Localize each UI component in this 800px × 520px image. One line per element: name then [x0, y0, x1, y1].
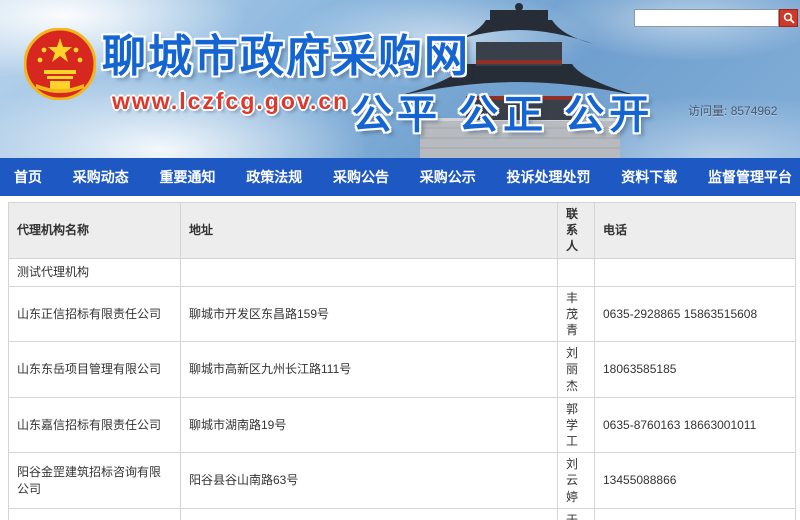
- address-cell: 临清市红星路中段: [181, 508, 558, 520]
- phone-cell: 0635-8760163 18663001011: [595, 397, 796, 453]
- column-header-agency-name: 代理机构名称: [9, 203, 181, 259]
- nav-item-important-notices[interactable]: 重要通知: [156, 167, 220, 187]
- nav-item-policies[interactable]: 政策法规: [242, 167, 306, 187]
- agency-table: 代理机构名称 地址 联系人 电话 测试代理机构 山东正信招标有限责任公司 聊城市…: [8, 202, 796, 520]
- nav-item-disclosures[interactable]: 采购公示: [416, 167, 480, 187]
- address-cell: 聊城市开发区东昌路159号: [181, 286, 558, 342]
- nav-item-supervision-platform[interactable]: 监督管理平台: [704, 167, 796, 187]
- agency-name-cell: 山东正信招标有限责任公司: [9, 286, 181, 342]
- search-button[interactable]: [779, 9, 798, 27]
- table-row: 山东正信招标有限责任公司 聊城市开发区东昌路159号 丰茂青 0635-2928…: [9, 286, 796, 342]
- agency-name-cell: 山东东岳项目管理有限公司: [9, 342, 181, 398]
- agency-name-cell: 阳谷金罡建筑招标咨询有限公司: [9, 453, 181, 509]
- site-banner: 聊城市政府采购网 www.lczfcg.gov.cn 公平 公正 公开 访问量:…: [0, 0, 800, 158]
- search-bar: [634, 9, 798, 27]
- nav-item-downloads[interactable]: 资料下载: [617, 167, 681, 187]
- column-header-phone: 电话: [595, 203, 796, 259]
- phone-cell: 0635-2928865 15863515608: [595, 286, 796, 342]
- table-row: 山东通力招标有限公司 临清市红星路中段 于红艳 0635-2323061 186…: [9, 508, 796, 520]
- phone-cell: 0635-2323061 18663532655: [595, 508, 796, 520]
- nav-item-home[interactable]: 首页: [10, 167, 46, 187]
- address-cell: 聊城市高新区九州长江路111号: [181, 342, 558, 398]
- site-slogan: 公平 公正 公开: [352, 82, 654, 140]
- table-header-row: 代理机构名称 地址 联系人 电话: [9, 203, 796, 259]
- contact-cell: 于红艳: [558, 508, 595, 520]
- agency-name-cell: 测试代理机构: [9, 258, 181, 286]
- phone-cell: [595, 258, 796, 286]
- phone-cell: 13455088866: [595, 453, 796, 509]
- column-header-contact: 联系人: [558, 203, 595, 259]
- address-cell: 阳谷县谷山南路63号: [181, 453, 558, 509]
- nav-item-announcements[interactable]: 采购公告: [329, 167, 393, 187]
- table-row: 阳谷金罡建筑招标咨询有限公司 阳谷县谷山南路63号 刘云婷 1345508886…: [9, 453, 796, 509]
- contact-cell: 郭学工: [558, 397, 595, 453]
- agency-name-cell: 山东嘉信招标有限责任公司: [9, 397, 181, 453]
- contact-cell: 刘云婷: [558, 453, 595, 509]
- content-area: 代理机构名称 地址 联系人 电话 测试代理机构 山东正信招标有限责任公司 聊城市…: [0, 196, 800, 520]
- nav-item-procurement-news[interactable]: 采购动态: [69, 167, 133, 187]
- phone-cell: 18063585185: [595, 342, 796, 398]
- national-emblem-logo: [24, 28, 96, 100]
- site-title: 聊城市政府采购网: [102, 20, 470, 84]
- address-cell: 聊城市湖南路19号: [181, 397, 558, 453]
- contact-cell: 刘丽杰: [558, 342, 595, 398]
- search-input[interactable]: [634, 9, 779, 27]
- main-nav: 首页 采购动态 重要通知 政策法规 采购公告 采购公示 投诉处理处罚 资料下载 …: [0, 158, 800, 196]
- address-cell: [181, 258, 558, 286]
- nav-item-complaints[interactable]: 投诉处理处罚: [503, 167, 595, 187]
- visit-counter-label: 访问量:: [688, 104, 727, 118]
- table-row: 测试代理机构: [9, 258, 796, 286]
- table-row: 山东东岳项目管理有限公司 聊城市高新区九州长江路111号 刘丽杰 1806358…: [9, 342, 796, 398]
- contact-cell: 丰茂青: [558, 286, 595, 342]
- site-url: www.lczfcg.gov.cn: [112, 88, 349, 115]
- visit-counter: 访问量: 8574962: [688, 102, 777, 119]
- agency-name-cell: 山东通力招标有限公司: [9, 508, 181, 520]
- column-header-address: 地址: [181, 203, 558, 259]
- search-icon: [783, 12, 795, 24]
- table-row: 山东嘉信招标有限责任公司 聊城市湖南路19号 郭学工 0635-8760163 …: [9, 397, 796, 453]
- visit-counter-value: 8574962: [731, 104, 778, 118]
- contact-cell: [558, 258, 595, 286]
